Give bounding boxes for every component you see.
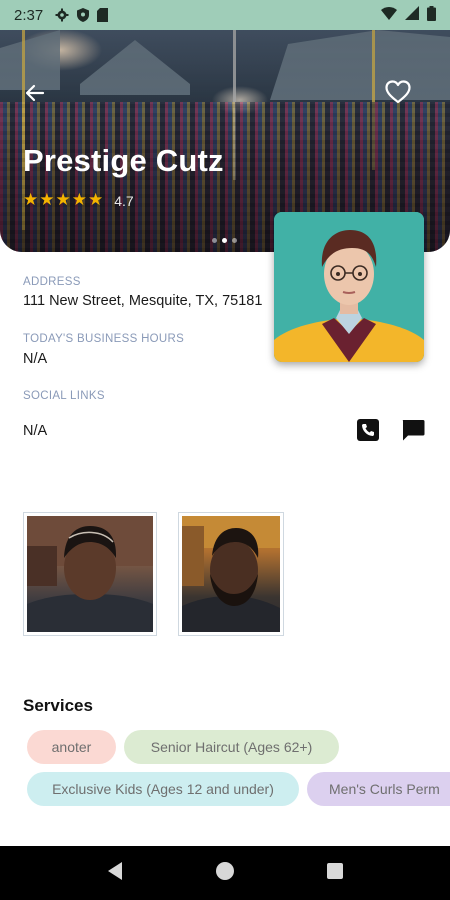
rating-row: ★★★★★ 4.7: [23, 191, 134, 210]
service-chip[interactable]: Senior Haircut (Ages 62+): [124, 730, 339, 764]
social-links-label: SOCIAL LINKS: [23, 390, 105, 402]
service-chip[interactable]: Exclusive Kids (Ages 12 and under): [27, 772, 299, 806]
profile-illustration: [274, 212, 424, 362]
barber-photo-2: [182, 516, 280, 632]
rating-value: 4.7: [114, 192, 134, 209]
carousel-dot: [212, 238, 217, 243]
shield-icon: [77, 8, 90, 22]
square-recents-icon: [327, 862, 344, 879]
service-chip[interactable]: anoter: [27, 730, 116, 764]
circle-home-icon: [215, 861, 234, 880]
navigation-bar: [0, 846, 450, 900]
star-icon: ★: [71, 190, 87, 209]
services-title: Services: [23, 696, 93, 715]
heart-outline-icon: [385, 80, 411, 104]
sd-card-icon: [97, 8, 109, 22]
carousel-dot: [222, 238, 227, 243]
social-links-value: N/A: [23, 423, 48, 439]
wifi-icon: [381, 6, 397, 24]
status-bar: 2:37: [0, 0, 450, 30]
profile-photo[interactable]: [274, 212, 424, 362]
star-icon: ★: [23, 190, 39, 209]
back-button[interactable]: [22, 80, 48, 106]
hours-label: TODAY'S BUSINESS HOURS: [23, 333, 185, 345]
star-icon: ★: [88, 190, 104, 209]
address-value: 111 New Street, Mesquite, TX, 75181: [23, 293, 263, 309]
barber-photo-1: [27, 516, 153, 632]
chat-icon: [402, 419, 425, 440]
star-icon: ★: [55, 190, 71, 209]
haircut-image-2: [182, 516, 280, 632]
haircut-image-1: [27, 516, 153, 632]
gallery-photo-2[interactable]: [178, 512, 284, 636]
signal-icon: [405, 6, 419, 24]
address-label: ADDRESS: [23, 276, 81, 288]
gear-icon: [55, 8, 69, 22]
nav-recents-button[interactable]: [326, 862, 344, 885]
carousel-indicator: [212, 238, 237, 243]
status-time: 2:37: [14, 6, 44, 24]
call-button[interactable]: [356, 418, 380, 442]
service-chip[interactable]: Men's Curls Perm: [307, 772, 450, 806]
star-icon: ★: [39, 190, 55, 209]
rating-stars: ★★★★★: [23, 191, 104, 210]
nav-home-button[interactable]: [215, 861, 235, 886]
message-button[interactable]: [401, 418, 425, 442]
favorite-button[interactable]: [384, 78, 412, 106]
hours-value: N/A: [23, 351, 48, 367]
arrow-back-icon: [25, 84, 45, 102]
triangle-back-icon: [107, 861, 122, 880]
gallery-photo-1[interactable]: [23, 512, 157, 636]
battery-icon: [427, 5, 436, 25]
phone-icon: [357, 419, 379, 441]
nav-back-button[interactable]: [106, 861, 124, 886]
carousel-dot: [232, 238, 237, 243]
shop-name: Prestige Cutz: [23, 143, 224, 178]
